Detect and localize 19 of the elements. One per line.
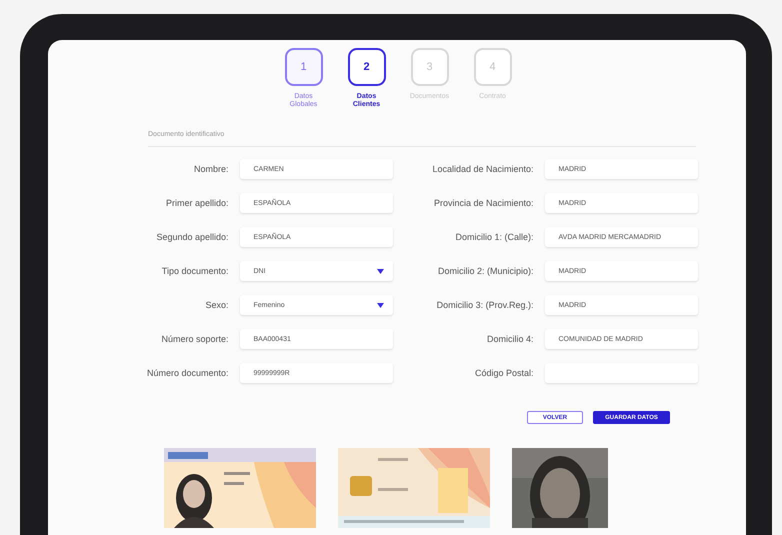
field-label: Segundo apellido: xyxy=(155,232,228,242)
input-field[interactable] xyxy=(544,363,698,383)
field-label: Provincia de Nacimiento: xyxy=(432,198,534,208)
caret-icon xyxy=(376,268,384,274)
field-label: Domicilio 4: xyxy=(486,334,534,344)
field-label: Domicilio 1: (Calle): xyxy=(454,232,534,242)
step-button[interactable]: 2 xyxy=(348,48,386,86)
field-label: Primer apellido: xyxy=(164,198,228,208)
field-label: Número soporte: xyxy=(160,334,228,344)
field-label: Nombre: xyxy=(192,164,228,174)
step-button[interactable]: 1 xyxy=(284,48,322,86)
field-label: Código Postal: xyxy=(474,368,534,378)
field-label: Sexo: xyxy=(204,300,228,310)
field-label: Localidad de Nacimiento: xyxy=(431,164,534,174)
field-label: Domicilio 3: (Prov.Reg.): xyxy=(436,300,534,310)
field-label: Domicilio 2: (Municipio): xyxy=(436,266,534,276)
caret-icon xyxy=(376,302,384,308)
field-label: Tipo documento: xyxy=(160,266,228,276)
field-label: Número documento: xyxy=(146,368,228,378)
